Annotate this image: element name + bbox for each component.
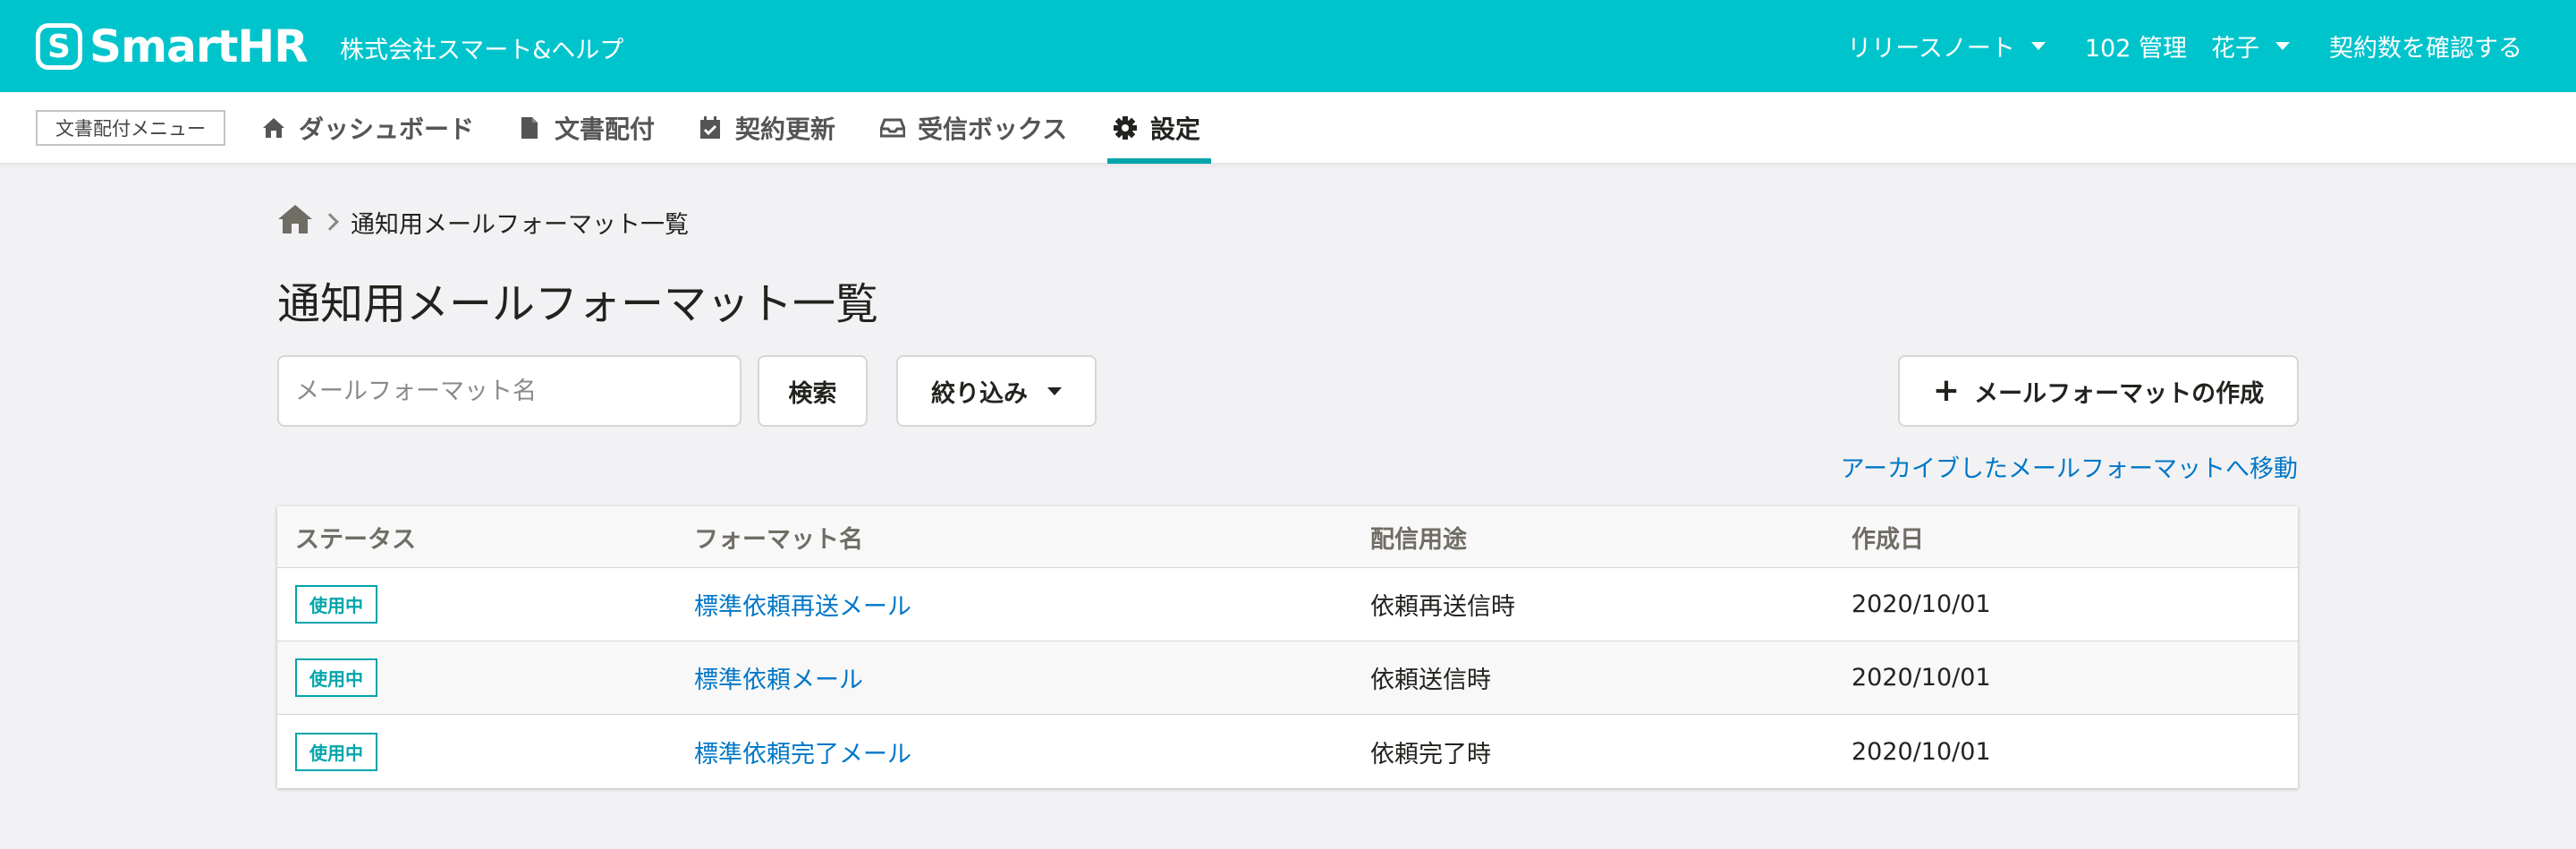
archive-link[interactable]: アーカイブしたメールフォーマットへ移動	[1841, 449, 2298, 484]
status-badge: 使用中	[295, 658, 377, 697]
status-badge: 使用中	[295, 585, 377, 624]
nav-item-documents[interactable]: 文書配付	[517, 92, 655, 164]
table-row: 使用中 標準依頼メール 依頼送信時 2020/10/01	[277, 641, 2298, 715]
column-header-status: ステータス	[295, 525, 416, 554]
nav-item-inbox[interactable]: 受信ボックス	[880, 92, 1067, 164]
usage-cell: 依頼送信時	[1370, 666, 1491, 694]
breadcrumb: 通知用メールフォーマット一覧	[277, 202, 689, 242]
table-header: ステータス フォーマット名 配信用途 作成日	[277, 506, 2298, 568]
table-row: 使用中 標準依頼再送メール 依頼再送信時 2020/10/01	[277, 568, 2298, 641]
nav-item-label: 受信ボックス	[918, 115, 1068, 144]
nav-item-label: 設定	[1150, 115, 1201, 144]
created-date-cell: 2020/10/01	[1852, 590, 1991, 618]
search-button[interactable]: 検索	[758, 355, 868, 427]
header-right: リリースノート 102 管理 花子 契約数を確認する	[1847, 29, 2522, 64]
nav-menu-label: 文書配付メニュー	[36, 110, 225, 146]
column-header-usage: 配信用途	[1370, 525, 1467, 554]
nav-item-settings[interactable]: 設定	[1113, 92, 1200, 164]
home-icon[interactable]	[277, 204, 313, 241]
usage-cell: 依頼完了時	[1370, 740, 1491, 768]
create-button-label: メールフォーマットの作成	[1974, 379, 2265, 408]
home-icon	[261, 115, 286, 140]
nav-item-label: 契約更新	[735, 115, 836, 144]
user-menu[interactable]: 102 管理 花子	[2085, 29, 2290, 64]
breadcrumb-current: 通知用メールフォーマット一覧	[351, 210, 689, 239]
function-nav: 文書配付メニュー ダッシュボード 文書配付 契約更新 受信ボックス 設定	[0, 92, 2576, 164]
created-date-cell: 2020/10/01	[1852, 737, 1991, 766]
nav-item-contract-renewal[interactable]: 契約更新	[698, 92, 835, 164]
logo-text: SmartHR	[89, 21, 309, 72]
created-date-cell: 2020/10/01	[1852, 664, 1991, 692]
check-contracts-link[interactable]: 契約数を確認する	[2329, 29, 2522, 64]
nav-item-dashboard[interactable]: ダッシュボード	[261, 92, 474, 164]
search-input[interactable]	[277, 355, 741, 427]
gear-icon	[1113, 115, 1138, 140]
plus-icon: +	[1932, 372, 1961, 409]
status-badge: 使用中	[295, 732, 377, 771]
top-header: S SmartHR 株式会社スマート&ヘルプ リリースノート 102 管理 花子…	[0, 0, 2576, 92]
table-row: 使用中 標準依頼完了メール 依頼完了時 2020/10/01	[277, 715, 2298, 788]
format-name-link[interactable]: 標準依頼完了メール	[694, 741, 911, 768]
inbox-icon	[880, 115, 905, 140]
nav-item-label: 文書配付	[555, 115, 656, 144]
document-icon	[517, 115, 542, 140]
create-mail-format-button[interactable]: + メールフォーマットの作成	[1898, 355, 2299, 427]
filter-button[interactable]: 絞り込み	[896, 355, 1097, 427]
smarthr-logo[interactable]: S SmartHR	[36, 21, 309, 72]
mail-format-table: ステータス フォーマット名 配信用途 作成日 使用中 標準依頼再送メール 依頼再…	[277, 506, 2298, 788]
usage-cell: 依頼再送信時	[1370, 593, 1515, 621]
caret-down-icon	[2030, 42, 2046, 50]
logo-mark-icon: S	[36, 23, 82, 70]
company-name: 株式会社スマート&ヘルプ	[340, 37, 624, 64]
caret-down-icon	[2275, 42, 2290, 50]
active-tab-indicator	[1107, 158, 1211, 164]
caret-down-icon	[1047, 386, 1062, 395]
user-name: 102 管理 花子	[2084, 35, 2259, 63]
format-name-link[interactable]: 標準依頼再送メール	[694, 593, 911, 621]
release-notes-menu[interactable]: リリースノート	[1847, 29, 2046, 64]
chevron-right-icon	[321, 213, 339, 231]
nav-item-label: ダッシュボード	[299, 115, 475, 144]
format-name-link[interactable]: 標準依頼メール	[694, 666, 863, 694]
filter-button-label: 絞り込み	[931, 379, 1028, 408]
column-header-created: 作成日	[1852, 525, 1924, 554]
calendar-check-icon	[698, 115, 723, 140]
page-title: 通知用メールフォーマット一覧	[277, 279, 879, 329]
release-notes-label: リリースノート	[1847, 35, 2015, 63]
column-header-name: フォーマット名	[694, 525, 863, 554]
